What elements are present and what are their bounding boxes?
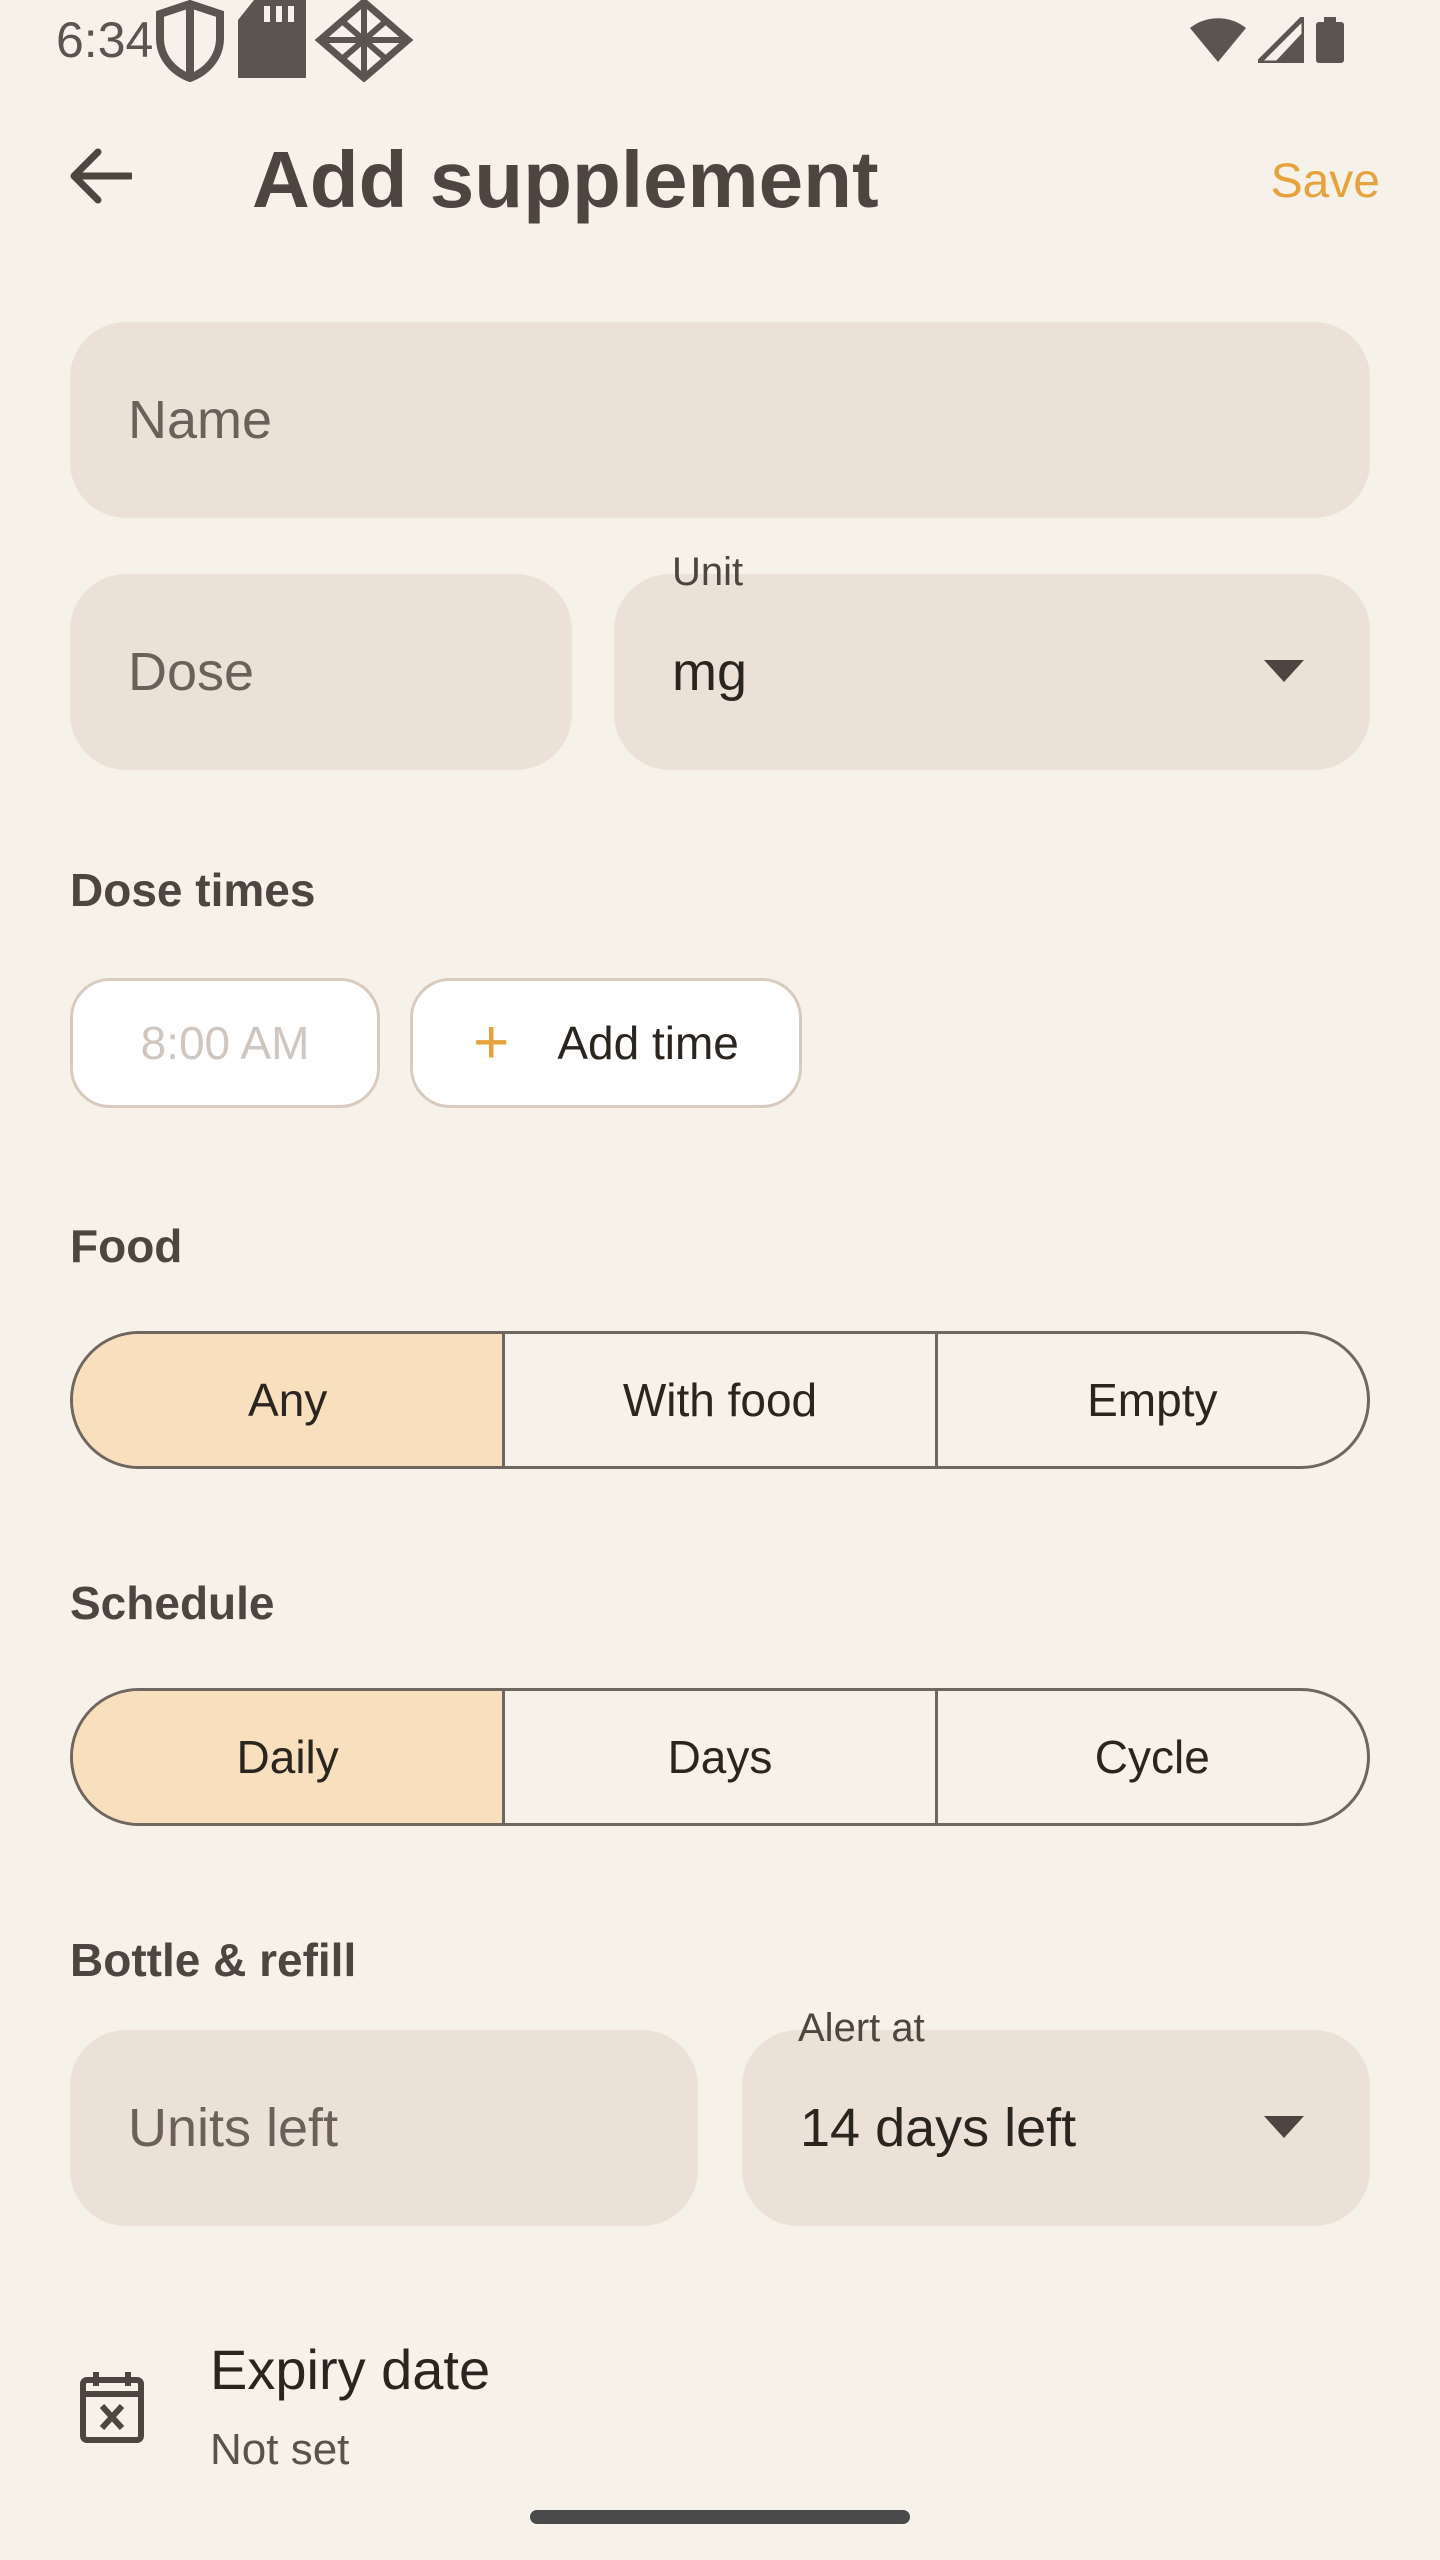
add-time-label: Add time bbox=[557, 1017, 739, 1069]
units-left-placeholder: Units left bbox=[128, 2098, 339, 2158]
dropdown-icon bbox=[1264, 2116, 1304, 2138]
food-option-with-food[interactable]: With food bbox=[502, 1334, 934, 1466]
food-option-empty[interactable]: Empty bbox=[934, 1334, 1367, 1466]
dose-placeholder: Dose bbox=[128, 642, 255, 702]
calendar-clear-icon bbox=[78, 2368, 146, 2449]
dropdown-icon bbox=[1264, 660, 1304, 682]
units-left-field[interactable]: Units left bbox=[70, 2030, 698, 2226]
schedule-option-days[interactable]: Days bbox=[502, 1691, 934, 1823]
back-button[interactable] bbox=[52, 130, 148, 226]
unit-value: mg bbox=[672, 642, 748, 702]
expiry-value: Not set bbox=[210, 2425, 350, 2474]
dose-times-label: Dose times bbox=[70, 864, 316, 916]
status-time: 6:34 bbox=[56, 12, 154, 68]
sd-card-icon bbox=[234, 0, 310, 87]
bottle-label: Bottle & refill bbox=[70, 1934, 357, 1986]
unit-label: Unit bbox=[672, 550, 744, 594]
home-indicator[interactable] bbox=[530, 2510, 910, 2524]
alert-label: Alert at bbox=[798, 2006, 925, 2050]
food-segmented: Any With food Empty bbox=[70, 1331, 1370, 1469]
status-icons-left bbox=[150, 0, 414, 84]
dose-time-chip[interactable]: 8:00 AM bbox=[70, 978, 380, 1108]
schedule-segmented: Daily Days Cycle bbox=[70, 1688, 1370, 1826]
alert-value: 14 days left bbox=[800, 2098, 1077, 2158]
schedule-label: Schedule bbox=[70, 1577, 275, 1629]
alert-dropdown[interactable]: 14 days left bbox=[742, 2030, 1370, 2226]
expiry-title: Expiry date bbox=[210, 2338, 491, 2401]
name-placeholder: Name bbox=[128, 390, 273, 450]
status-icons-right bbox=[1190, 10, 1344, 74]
unit-dropdown[interactable]: mg bbox=[614, 574, 1370, 770]
schedule-option-cycle[interactable]: Cycle bbox=[934, 1691, 1367, 1823]
schedule-option-daily[interactable]: Daily bbox=[73, 1691, 503, 1823]
food-option-any[interactable]: Any bbox=[73, 1334, 503, 1466]
back-arrow-icon bbox=[68, 148, 134, 209]
battery-icon bbox=[1316, 16, 1344, 68]
dose-time-value: 8:00 AM bbox=[140, 1017, 310, 1069]
plus-icon: + bbox=[473, 1008, 510, 1077]
name-field[interactable]: Name bbox=[70, 322, 1370, 518]
network-icon bbox=[314, 0, 414, 87]
dose-field[interactable]: Dose bbox=[70, 574, 572, 770]
save-button[interactable]: Save bbox=[1271, 150, 1380, 214]
page-title: Add supplement bbox=[252, 135, 879, 224]
signal-icon bbox=[1251, 10, 1307, 68]
shield-icon bbox=[150, 0, 230, 87]
wifi-icon bbox=[1190, 17, 1246, 67]
add-time-button[interactable]: + Add time bbox=[410, 978, 802, 1108]
food-label: Food bbox=[70, 1220, 183, 1272]
expiry-row[interactable]: Expiry date Not set bbox=[0, 2320, 1440, 2490]
